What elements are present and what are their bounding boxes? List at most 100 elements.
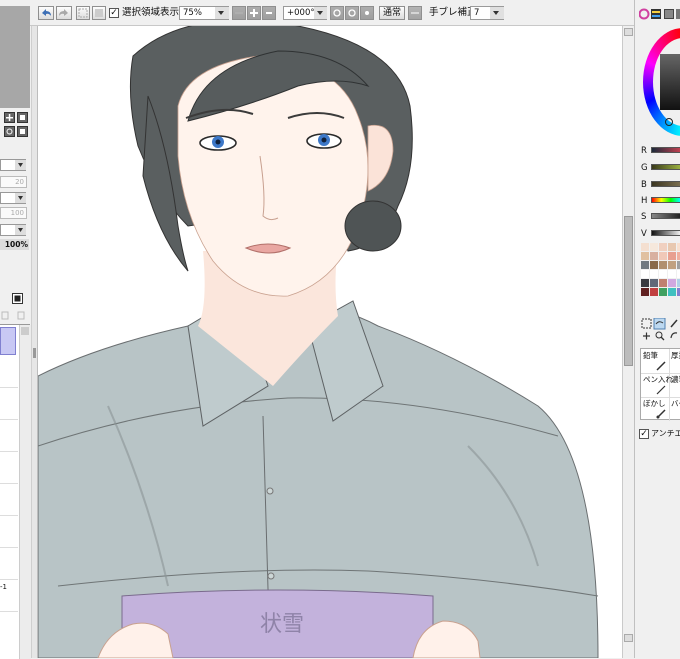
square-icon [20, 129, 25, 134]
layer-list-scrollbar[interactable] [19, 325, 31, 659]
zoom-out-button[interactable] [232, 6, 246, 20]
navigator-reset-button[interactable] [17, 126, 28, 137]
s-slider-label: S [641, 212, 647, 222]
zoom-in-button[interactable] [247, 6, 261, 20]
thick-paint-tool[interactable]: 厚塗 [670, 349, 680, 374]
canvas-vertical-scrollbar[interactable] [622, 26, 634, 658]
layer-select-2-dropdown[interactable] [15, 193, 26, 203]
b-slider[interactable] [651, 181, 680, 187]
wand-tool-icon [670, 319, 678, 328]
plus-icon [248, 7, 260, 19]
invert-selection-icon [95, 9, 103, 17]
rotate-right-icon [346, 7, 358, 19]
rotate-reset-button[interactable] [360, 6, 374, 20]
scroll-up-button[interactable] [624, 28, 633, 36]
panel-splitter[interactable] [31, 26, 38, 658]
blur-tool[interactable]: ぼかし [641, 397, 670, 421]
pencil-tool[interactable]: 鉛筆 [641, 349, 670, 374]
move-tool-icon [643, 332, 650, 340]
rotate-icon [6, 128, 13, 135]
layer-field-1[interactable]: 20 [0, 176, 27, 188]
layer-tool-icons [1, 311, 25, 320]
g-slider[interactable] [651, 164, 680, 170]
layer-name: -1 [0, 583, 7, 591]
antialias-label: アンチエイ [651, 429, 680, 438]
selection-display-label: 選択領域表示 [122, 7, 180, 18]
h-slider[interactable] [651, 197, 680, 203]
b-slider-label: B [641, 180, 647, 190]
navigator-zoom-in-button[interactable] [4, 112, 15, 123]
selection-display-checkbox[interactable]: ✓ [109, 8, 119, 18]
scroll-down-button[interactable] [624, 634, 633, 642]
top-toolbar: ✓ 選択領域表示 75% +000° 通常 手ブレ補正 7 [0, 0, 680, 26]
chevron-down-icon [493, 11, 499, 15]
select-tool-icon [641, 318, 652, 329]
g-slider-label: G [641, 163, 648, 173]
flip-button[interactable] [408, 6, 422, 20]
plus-icon [6, 114, 13, 121]
rotate-left-button[interactable] [330, 6, 344, 20]
canvas-area[interactable]: 状雪 [38, 26, 622, 658]
layer-field-2[interactable]: 100 [0, 207, 27, 219]
s-slider[interactable] [651, 213, 680, 219]
stabilizer-dropdown-button[interactable] [490, 7, 504, 19]
tool-icons[interactable] [641, 318, 680, 344]
document-text: 状雪 [260, 612, 304, 637]
layer-select-3-dropdown[interactable] [15, 225, 26, 235]
chevron-down-icon [218, 11, 224, 15]
dense-brush-tool[interactable]: 濃筆 [670, 373, 680, 398]
pen-tool[interactable]: ペン入れ [641, 373, 673, 398]
undo-button[interactable] [38, 6, 54, 20]
navigator-zoom-out-button[interactable] [17, 112, 28, 123]
zoom-reset-button[interactable] [262, 6, 276, 20]
lasso-tool-icon [653, 318, 666, 330]
color-wheel[interactable] [643, 28, 680, 136]
deselect-button[interactable] [76, 6, 90, 20]
minus-icon [233, 7, 245, 19]
zoom-dropdown-button[interactable] [215, 7, 229, 19]
undo-icon [42, 9, 51, 16]
flip-icon [409, 7, 421, 19]
reset-icon [263, 7, 275, 19]
navigator-rotate-button[interactable] [4, 126, 15, 137]
navigator-preview [0, 6, 30, 108]
rotate-tool-icon [670, 332, 678, 339]
layer-list: -1 [0, 324, 31, 659]
v-slider-label: V [641, 229, 647, 239]
scroll-thumb[interactable] [624, 216, 633, 366]
rotate-left-icon [331, 7, 343, 19]
left-panel: 20 100 100% -1 [0, 6, 31, 659]
antialias-checkbox[interactable]: ✓ [639, 429, 649, 439]
color-swatches[interactable] [641, 243, 680, 313]
artwork-illustration: 状雪 [38, 26, 599, 658]
chevron-down-icon [18, 228, 23, 232]
right-panel: R G B H S V 鉛筆 厚 ペン入れ 濃 ぼかし バ ✓ アンチエ [634, 0, 680, 658]
redo-button[interactable] [56, 6, 72, 20]
brush-tool-grid: 鉛筆 厚塗 ペン入れ 濃筆 ぼかし バケ [640, 348, 680, 421]
chevron-down-icon [18, 163, 23, 167]
rotate-reset-icon [361, 7, 373, 19]
chevron-down-icon [18, 196, 23, 200]
v-slider[interactable] [651, 230, 680, 236]
chevron-down-icon [317, 11, 323, 15]
pen-icon [656, 385, 666, 395]
color-panel-mode-icons [639, 8, 680, 20]
opacity-bar[interactable]: 100% [0, 239, 29, 250]
r-slider[interactable] [651, 147, 680, 153]
h-slider-label: H [641, 196, 648, 206]
square-icon [14, 295, 21, 302]
rotation-dropdown-button[interactable] [314, 7, 327, 19]
rotate-right-button[interactable] [345, 6, 359, 20]
layer-lock-button[interactable] [12, 293, 23, 304]
square-icon [20, 115, 25, 120]
blend-mode-button[interactable]: 通常 [379, 6, 405, 20]
invert-selection-button[interactable] [92, 6, 106, 20]
bucket-tool[interactable]: バケ [670, 397, 680, 421]
redo-icon [59, 9, 68, 16]
r-slider-label: R [641, 146, 647, 156]
layer-item-selected[interactable] [0, 327, 16, 355]
layer-mode-dropdown[interactable] [15, 160, 26, 170]
deselect-icon [78, 8, 88, 18]
pencil-icon [656, 361, 666, 371]
blur-icon [656, 409, 666, 419]
